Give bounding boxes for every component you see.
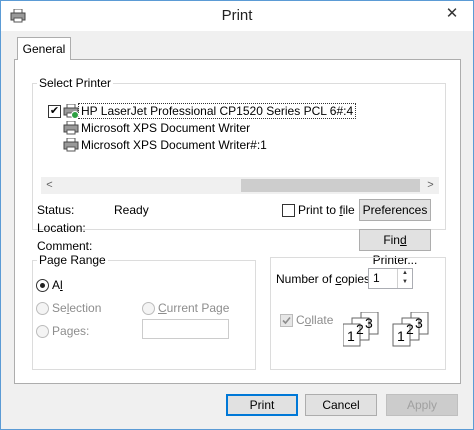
page-range-group: Page Range Al Selection Current Page Pag… [32, 253, 256, 370]
collate-checkbox[interactable] [280, 314, 293, 327]
copies-group: Number of copies: 1 ▲ ▼ Collate 1 2 3 1 … [270, 257, 446, 370]
collate-set-2: 1 2 3 [392, 312, 429, 347]
collate-page-label: 2 [356, 321, 364, 337]
close-icon: ✕ [445, 5, 459, 22]
printer-item-hp[interactable]: ✔ HP LaserJet Professional CP1520 Series… [43, 103, 443, 120]
print-to-file-label[interactable]: Print to file [298, 203, 355, 217]
collate-page-label: 1 [347, 328, 355, 344]
printer-icon [63, 137, 79, 157]
printer-item-xps-1[interactable]: Microsoft XPS Document Writer#:1 [43, 137, 443, 154]
printer-list[interactable]: ✔ HP LaserJet Professional CP1520 Series… [43, 103, 443, 163]
general-tab-panel: Select Printer ✔ HP LaserJet Professiona… [14, 59, 461, 384]
apply-button[interactable]: Apply [386, 394, 458, 416]
select-printer-legend: Select Printer [39, 76, 112, 90]
page-range-all-label[interactable]: Al [52, 278, 63, 292]
print-dialog: Print ✕ General Select Printer ✔ HP Lase… [0, 0, 474, 430]
print-button[interactable]: Print [226, 394, 298, 416]
collate-page-label: 2 [406, 321, 414, 337]
printer-list-scrollbar[interactable]: < > [41, 177, 439, 194]
page-range-current-label[interactable]: Current Page [158, 301, 229, 315]
collate-set-1: 1 2 3 [343, 312, 379, 347]
collate-page-label: 3 [365, 315, 373, 331]
copies-stepper[interactable]: 1 ▲ ▼ [368, 268, 413, 289]
printer-name: Microsoft XPS Document Writer [81, 121, 251, 135]
page-range-pages-radio[interactable] [36, 325, 49, 338]
page-range-current-radio[interactable] [142, 302, 155, 315]
printer-name: HP LaserJet Professional CP1520 Series P… [78, 103, 357, 119]
print-to-file-checkbox[interactable] [282, 204, 295, 217]
chevron-up-icon[interactable]: ▲ [398, 269, 412, 278]
cancel-button[interactable]: Cancel [305, 394, 377, 416]
collate-page-label: 1 [397, 328, 405, 344]
copies-label: Number of copies: [276, 272, 374, 286]
copies-value: 1 [373, 271, 380, 285]
status-label: Status: [37, 203, 75, 217]
printer-name: Microsoft XPS Document Writer#:1 [81, 138, 267, 152]
scroll-right-icon[interactable]: > [422, 177, 439, 194]
window-title: Print [221, 7, 253, 24]
find-printer-button[interactable]: Find Printer... [359, 229, 431, 267]
pages-input[interactable] [142, 319, 229, 339]
scroll-left-icon[interactable]: < [41, 177, 58, 194]
page-range-all-radio[interactable] [36, 279, 49, 292]
printer-default-checkbox[interactable]: ✔ [48, 105, 61, 118]
tab-general[interactable]: General [17, 37, 71, 60]
scrollbar-thumb[interactable] [241, 179, 420, 192]
comment-label: Comment: [37, 239, 93, 253]
preferences-button[interactable]: Preferences [359, 199, 431, 221]
dialog-client: General Select Printer ✔ HP LaserJet Pro… [8, 32, 466, 424]
collate-page-label: 3 [415, 315, 423, 331]
page-range-selection-radio[interactable] [36, 302, 49, 315]
close-button[interactable]: ✕ [437, 1, 467, 27]
title-bar: Print ✕ [1, 1, 473, 31]
status-value: Ready [114, 203, 149, 217]
collate-illustration: 1 2 3 1 2 3 [343, 312, 429, 347]
select-printer-group: Select Printer ✔ HP LaserJet Professiona… [32, 76, 446, 267]
location-label: Location: [37, 221, 86, 235]
printer-item-xps[interactable]: Microsoft XPS Document Writer [43, 120, 443, 137]
copies-spin[interactable]: ▲ ▼ [397, 269, 412, 288]
chevron-down-icon[interactable]: ▼ [398, 278, 412, 287]
page-range-legend: Page Range [39, 253, 106, 267]
page-range-selection-label[interactable]: Selection [52, 301, 101, 315]
page-range-pages-label[interactable]: Pages: [52, 324, 89, 338]
collate-label[interactable]: Collate [296, 313, 333, 327]
